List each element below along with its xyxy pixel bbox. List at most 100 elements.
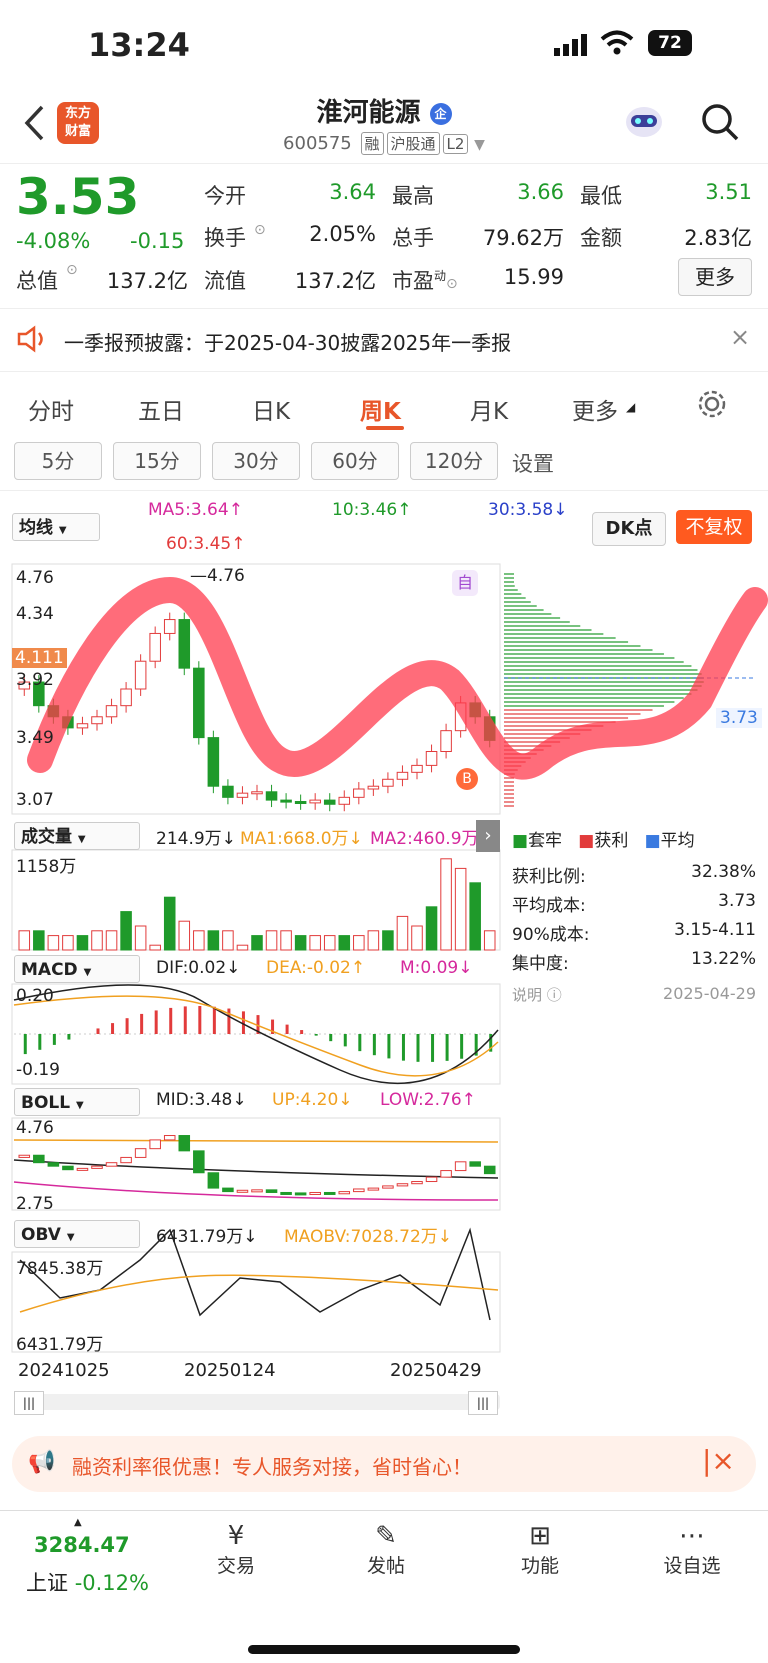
self-tag[interactable]: 自: [452, 570, 478, 596]
more-button[interactable]: 更多: [678, 258, 752, 296]
tab-five-day[interactable]: 五日: [138, 392, 184, 426]
chart-scroll-track[interactable]: [14, 1394, 500, 1410]
volume-bar: [207, 930, 220, 951]
pe-label: 市盈动⊙: [392, 265, 458, 295]
tab-week-k[interactable]: 周K: [360, 392, 401, 426]
period-settings[interactable]: 设置: [512, 448, 554, 478]
dk-point-button[interactable]: DK点: [592, 512, 666, 546]
amount-value: 2.83亿: [684, 226, 752, 250]
volume-bar: [47, 935, 60, 951]
candle-body: [149, 632, 161, 662]
macd-bottom: -0.19: [16, 1060, 60, 1080]
boll-candle: [309, 1191, 321, 1195]
close-icon[interactable]: |×: [702, 1444, 735, 1477]
nav-post[interactable]: ✎ 发帖: [336, 1521, 436, 1578]
info-icon[interactable]: ⊙: [66, 262, 78, 278]
ma-selector[interactable]: 均线 ▼: [12, 513, 100, 541]
candle-body: [251, 791, 263, 795]
boll-selector-label: BOLL: [21, 1093, 71, 1113]
y-axis-bottom: 3.07: [16, 790, 54, 810]
macd-top: 0.20: [16, 986, 54, 1006]
period-5m[interactable]: 5分: [14, 442, 102, 480]
battery-level: 72: [658, 33, 682, 53]
close-icon[interactable]: ×: [730, 323, 750, 351]
candle-body: [222, 785, 234, 798]
boll-candle: [62, 1165, 74, 1171]
volume-bar: [149, 944, 161, 951]
obv-value: 6431.79万↓: [156, 1227, 258, 1247]
boll-candle: [265, 1189, 278, 1193]
tab-month-k[interactable]: 月K: [470, 392, 508, 426]
macd-selector-label: MACD: [21, 960, 78, 980]
adjust-toggle[interactable]: 不复权: [676, 510, 752, 544]
chevron-down-icon: ▼: [66, 1232, 75, 1243]
turnover-label: 换手: [204, 226, 246, 250]
gear-icon[interactable]: [696, 388, 728, 424]
info-icon[interactable]: ⊙: [446, 276, 458, 292]
legend-profit: 获利: [594, 831, 629, 851]
obv-selector[interactable]: OBV ▼: [14, 1220, 140, 1248]
robot-assistant-icon[interactable]: [622, 102, 666, 142]
boll-bottom: 2.75: [16, 1194, 54, 1214]
scroll-handle-right[interactable]: |||: [468, 1391, 498, 1415]
boll-selector[interactable]: BOLL ▼: [14, 1088, 140, 1116]
scroll-handle-left[interactable]: |||: [14, 1391, 44, 1415]
nav-watchlist[interactable]: ⋯ 设自选: [642, 1521, 742, 1578]
amount-label: 金额: [580, 226, 622, 250]
chip-avg-value: 3.73: [718, 891, 756, 911]
chevron-right-icon[interactable]: ›: [476, 820, 500, 852]
open-label: 今开: [204, 184, 246, 208]
volume-selector[interactable]: 成交量 ▼: [14, 822, 140, 850]
volume-bar: [91, 930, 103, 951]
period-15m[interactable]: 15分: [113, 442, 201, 480]
stock-name: 淮河能源: [316, 98, 421, 128]
ma5-label: MA5:3.64↑: [148, 500, 243, 520]
tag-margin: 融: [360, 132, 384, 155]
notice-bar[interactable]: 一季报预披露：于2025-04-30披露2025年一季报 ×: [0, 308, 768, 372]
nav-function-label: 功能: [520, 1555, 559, 1577]
info-icon[interactable]: ⊙: [254, 222, 266, 238]
period-30m[interactable]: 30分: [212, 442, 300, 480]
boll-candle: [411, 1181, 423, 1185]
change-value: -0.15: [130, 229, 185, 253]
battery-icon: 72: [648, 30, 692, 56]
date-mid: 20250124: [184, 1360, 276, 1381]
boll-candle: [440, 1170, 452, 1178]
open-value: 3.64: [329, 180, 376, 204]
period-60m[interactable]: 60分: [311, 442, 399, 480]
chip-note[interactable]: 说明 ⓘ: [512, 984, 562, 1005]
boll-candle: [33, 1154, 45, 1164]
high-value: 3.66: [517, 180, 564, 204]
boll-low: LOW:2.76↑: [380, 1090, 476, 1110]
volume-bar: [425, 906, 438, 951]
promo-banner[interactable]: 📢 融资利率很优惠！专人服务对接，省时省心！ |×: [12, 1436, 756, 1492]
nav-trade[interactable]: ¥ 交易: [186, 1521, 286, 1578]
tab-day-k[interactable]: 日K: [252, 392, 290, 426]
index-value[interactable]: 3284.47: [34, 1533, 130, 1557]
boll-candle: [222, 1187, 234, 1193]
boll-candle: [469, 1161, 481, 1167]
candle-body: [309, 799, 321, 804]
ma30-label: 30:3.58↓: [488, 500, 568, 520]
home-indicator: [248, 1645, 520, 1654]
candle-body: [440, 730, 452, 753]
candle-body: [396, 771, 409, 780]
mcap-value: 137.2亿: [106, 269, 188, 293]
tab-timeshare[interactable]: 分时: [28, 392, 74, 426]
candle-body: [91, 716, 103, 725]
boll-candle: [251, 1189, 263, 1193]
macd-selector[interactable]: MACD ▼: [14, 955, 140, 983]
period-120m[interactable]: 120分: [410, 442, 498, 480]
volume-bar: [353, 935, 365, 951]
boll-candle: [294, 1192, 307, 1196]
legend-trapped: 套牢: [528, 831, 563, 851]
buy-tag[interactable]: B: [456, 768, 478, 790]
index-name: 上证: [26, 1571, 68, 1595]
volume-ma2: MA2:460.9万: [370, 829, 479, 849]
index-row[interactable]: 上证 -0.12%: [26, 1567, 149, 1597]
nav-function[interactable]: ⊞ 功能: [490, 1521, 590, 1578]
boll-candle: [207, 1172, 220, 1189]
search-icon[interactable]: [700, 102, 740, 146]
tab-more[interactable]: 更多: [572, 392, 618, 426]
macd-bars: [13, 984, 499, 1085]
